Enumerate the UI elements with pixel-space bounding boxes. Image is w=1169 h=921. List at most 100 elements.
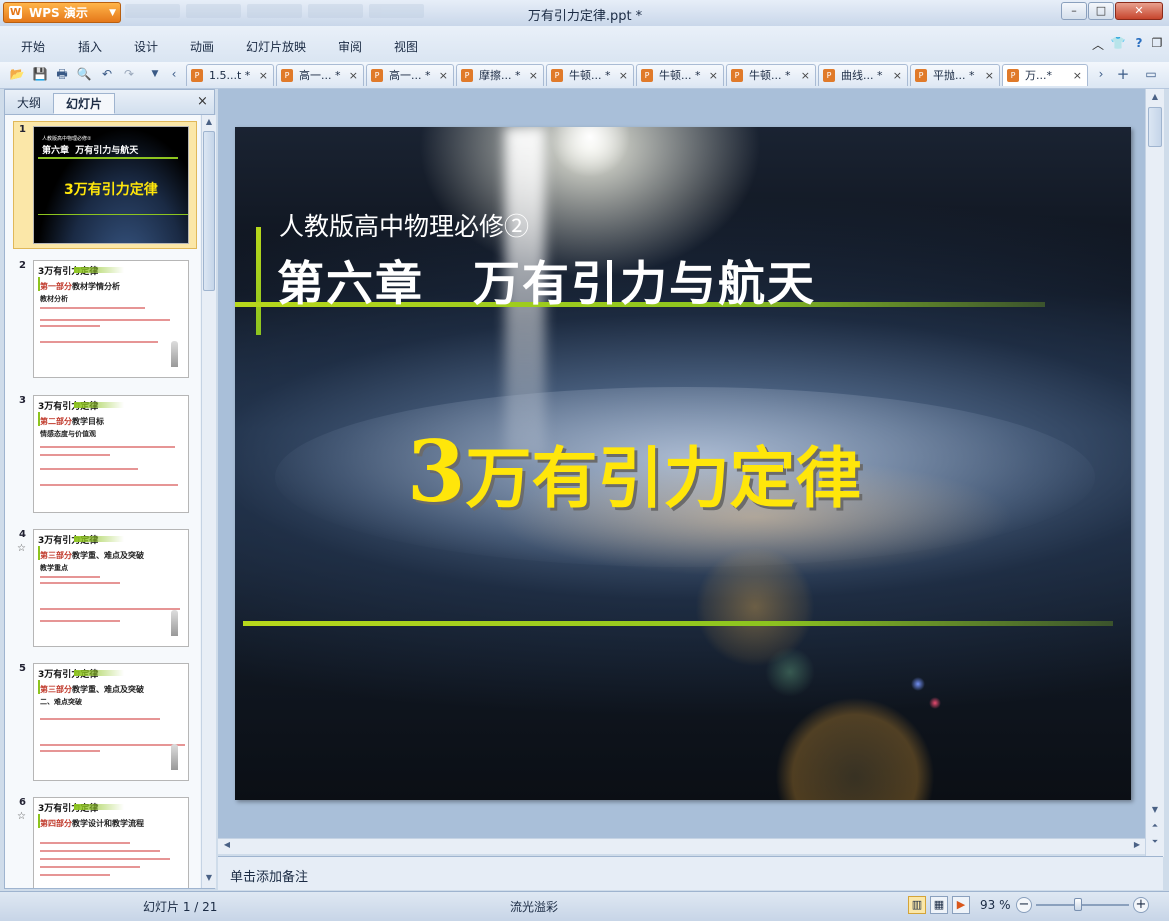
shirt-icon[interactable]: 👕 — [1110, 36, 1126, 52]
slide-main-title[interactable]: 3万有引力定律 — [407, 422, 861, 521]
menu-slideshow[interactable]: 幻灯片放映 — [246, 38, 306, 55]
scrollbar-thumb[interactable] — [203, 131, 215, 291]
help-icon[interactable]: ? — [1131, 36, 1147, 52]
new-tab-icon[interactable]: + — [1115, 66, 1131, 82]
doc-tab[interactable]: P 摩擦... * × — [456, 64, 544, 86]
thumbnail-scrollbar[interactable]: ▲ ▼ — [201, 115, 216, 888]
tab-list-icon[interactable]: ▭ — [1143, 66, 1159, 82]
close-tab-icon[interactable]: × — [985, 65, 994, 86]
horizontal-scrollbar[interactable]: ◀ ▶ — [218, 838, 1145, 854]
menu-design[interactable]: 设计 — [134, 38, 158, 55]
close-tab-icon[interactable]: × — [1073, 65, 1082, 86]
tabs-left-icon[interactable]: ‹ — [166, 66, 182, 82]
doc-tab[interactable]: P 牛顿... * × — [546, 64, 634, 86]
doc-tab[interactable]: P 高一... * × — [366, 64, 454, 86]
zoom-in-button[interactable]: + — [1133, 897, 1149, 913]
vertical-scrollbar[interactable]: ▲ ▼ ⏶ ⏷ — [1145, 89, 1164, 857]
menu-home[interactable]: 开始 — [21, 38, 45, 55]
minimize-button[interactable]: – — [1061, 2, 1087, 20]
close-tab-icon[interactable]: × — [529, 65, 538, 86]
slide-chapter-title[interactable]: 第六章 万有引力与航天 — [277, 245, 816, 314]
slide-sorter-view-button[interactable]: ▦ — [930, 896, 948, 914]
thumb-section-title: 教材学情分析 — [72, 282, 120, 291]
doc-tab[interactable]: P 牛顿... * × — [636, 64, 724, 86]
chevron-up-icon[interactable]: ︿ — [1090, 36, 1106, 52]
ppt-file-icon: P — [191, 69, 203, 82]
close-tab-icon[interactable]: × — [893, 65, 902, 86]
slideshow-view-button[interactable]: ▶ — [952, 896, 970, 914]
scroll-down-icon[interactable]: ▼ — [1148, 805, 1162, 814]
print-preview-icon[interactable]: 🔍 — [76, 66, 92, 82]
theme-name[interactable]: 流光溢彩 — [510, 898, 558, 915]
thumb-text-line — [40, 576, 100, 578]
title-bar: W WPS 演示 ▼ 万有引力定律.ppt * – □ ✕ — [0, 0, 1169, 27]
doc-tab[interactable]: P 牛顿... * × — [726, 64, 816, 86]
ppt-file-icon: P — [281, 69, 293, 82]
close-tab-icon[interactable]: × — [259, 65, 268, 86]
slide-thumbnail-6[interactable]: 3万有引力定律 第四部分教学设计和教学流程 — [33, 797, 189, 888]
ppt-file-icon: P — [371, 69, 383, 82]
slide-subtitle[interactable]: 人教版高中物理必修② — [279, 207, 529, 243]
undo-icon[interactable]: ↶ — [99, 66, 115, 82]
tabs-right-icon[interactable]: › — [1093, 66, 1109, 82]
menu-view[interactable]: 视图 — [394, 38, 418, 55]
open-icon[interactable]: 📂 — [9, 66, 25, 82]
scroll-down-icon[interactable]: ▼ — [202, 873, 216, 882]
scroll-left-icon[interactable]: ◀ — [220, 840, 234, 849]
scroll-right-icon[interactable]: ▶ — [1130, 840, 1144, 849]
doc-tab[interactable]: P 平抛... * × — [910, 64, 1000, 86]
slide-thumbnail-1[interactable]: 人教版高中物理必修② 第六章 万有引力与航天 3万有引力定律 — [33, 126, 189, 244]
zoom-out-button[interactable]: − — [1016, 897, 1032, 913]
thumb-text-line — [40, 744, 185, 746]
slide-thumbnail-5[interactable]: 3万有引力定律 第三部分教学重、难点及突破 二、难点突破 — [33, 663, 189, 781]
close-window-button[interactable]: ✕ — [1115, 2, 1163, 20]
menu-insert[interactable]: 插入 — [78, 38, 102, 55]
zoom-slider-track[interactable] — [1036, 904, 1129, 906]
zoom-slider-thumb[interactable] — [1073, 898, 1082, 911]
menu-animation[interactable]: 动画 — [190, 38, 214, 55]
slide-canvas[interactable]: 人教版高中物理必修② 第六章 万有引力与航天 3万有引力定律 — [235, 127, 1131, 800]
next-slide-icon[interactable]: ⏷ — [1148, 837, 1162, 847]
save-icon[interactable]: 💾 — [32, 66, 48, 82]
close-tab-icon[interactable]: × — [709, 65, 718, 86]
redo-icon[interactable]: ↷ — [121, 66, 137, 82]
scrollbar-thumb[interactable] — [1148, 107, 1162, 147]
lens-flare — [765, 647, 815, 697]
tab-slides[interactable]: 幻灯片 — [53, 93, 115, 114]
slide-thumbnail-2[interactable]: 3万有引力定律 第一部分教材学情分析 教材分析 — [33, 260, 189, 378]
dropdown-arrow-icon: ▼ — [109, 8, 116, 18]
notes-pane[interactable]: 单击添加备注 — [218, 856, 1163, 890]
restore-icon[interactable]: ❐ — [1149, 36, 1165, 52]
window-title: 万有引力定律.ppt * — [527, 9, 643, 24]
print-icon[interactable]: 🖶 — [54, 66, 70, 82]
previous-slide-icon[interactable]: ⏶ — [1148, 821, 1162, 831]
scroll-up-icon[interactable]: ▲ — [1148, 92, 1162, 101]
menu-review[interactable]: 审阅 — [338, 38, 362, 55]
ppt-file-icon: P — [731, 69, 743, 82]
wps-app-menu-button[interactable]: W WPS 演示 ▼ — [3, 2, 121, 23]
scroll-up-icon[interactable]: ▲ — [202, 117, 216, 126]
thumb-green-bar — [74, 402, 124, 408]
customize-icon[interactable]: ▼ — [147, 66, 163, 82]
doc-tab[interactable]: P 高一... * × — [276, 64, 364, 86]
close-pane-icon[interactable]: × — [197, 94, 208, 109]
close-tab-icon[interactable]: × — [439, 65, 448, 86]
thumb-green-bar — [74, 804, 124, 810]
doc-tab-active[interactable]: P 万...* × — [1002, 64, 1088, 86]
normal-view-button[interactable]: ▥ — [908, 896, 926, 914]
close-tab-icon[interactable]: × — [619, 65, 628, 86]
maximize-button[interactable]: □ — [1088, 2, 1114, 20]
thumb-text-line — [40, 307, 145, 309]
tab-outline[interactable]: 大纲 — [9, 93, 49, 114]
zoom-level[interactable]: 93 % — [980, 898, 1011, 912]
doc-tab[interactable]: P 曲线... * × — [818, 64, 908, 86]
ppt-file-icon: P — [551, 69, 563, 82]
ppt-file-icon: P — [461, 69, 473, 82]
close-tab-icon[interactable]: × — [801, 65, 810, 86]
slide-thumbnail-4[interactable]: 3万有引力定律 第三部分教学重、难点及突破 教学重点 — [33, 529, 189, 647]
notes-placeholder[interactable]: 单击添加备注 — [230, 866, 308, 885]
close-tab-icon[interactable]: × — [349, 65, 358, 86]
slide-thumbnail-3[interactable]: 3万有引力定律 第二部分教学目标 情感态度与价值观 — [33, 395, 189, 513]
ppt-file-icon: P — [641, 69, 653, 82]
doc-tab[interactable]: P 1.5...t * × — [186, 64, 274, 86]
